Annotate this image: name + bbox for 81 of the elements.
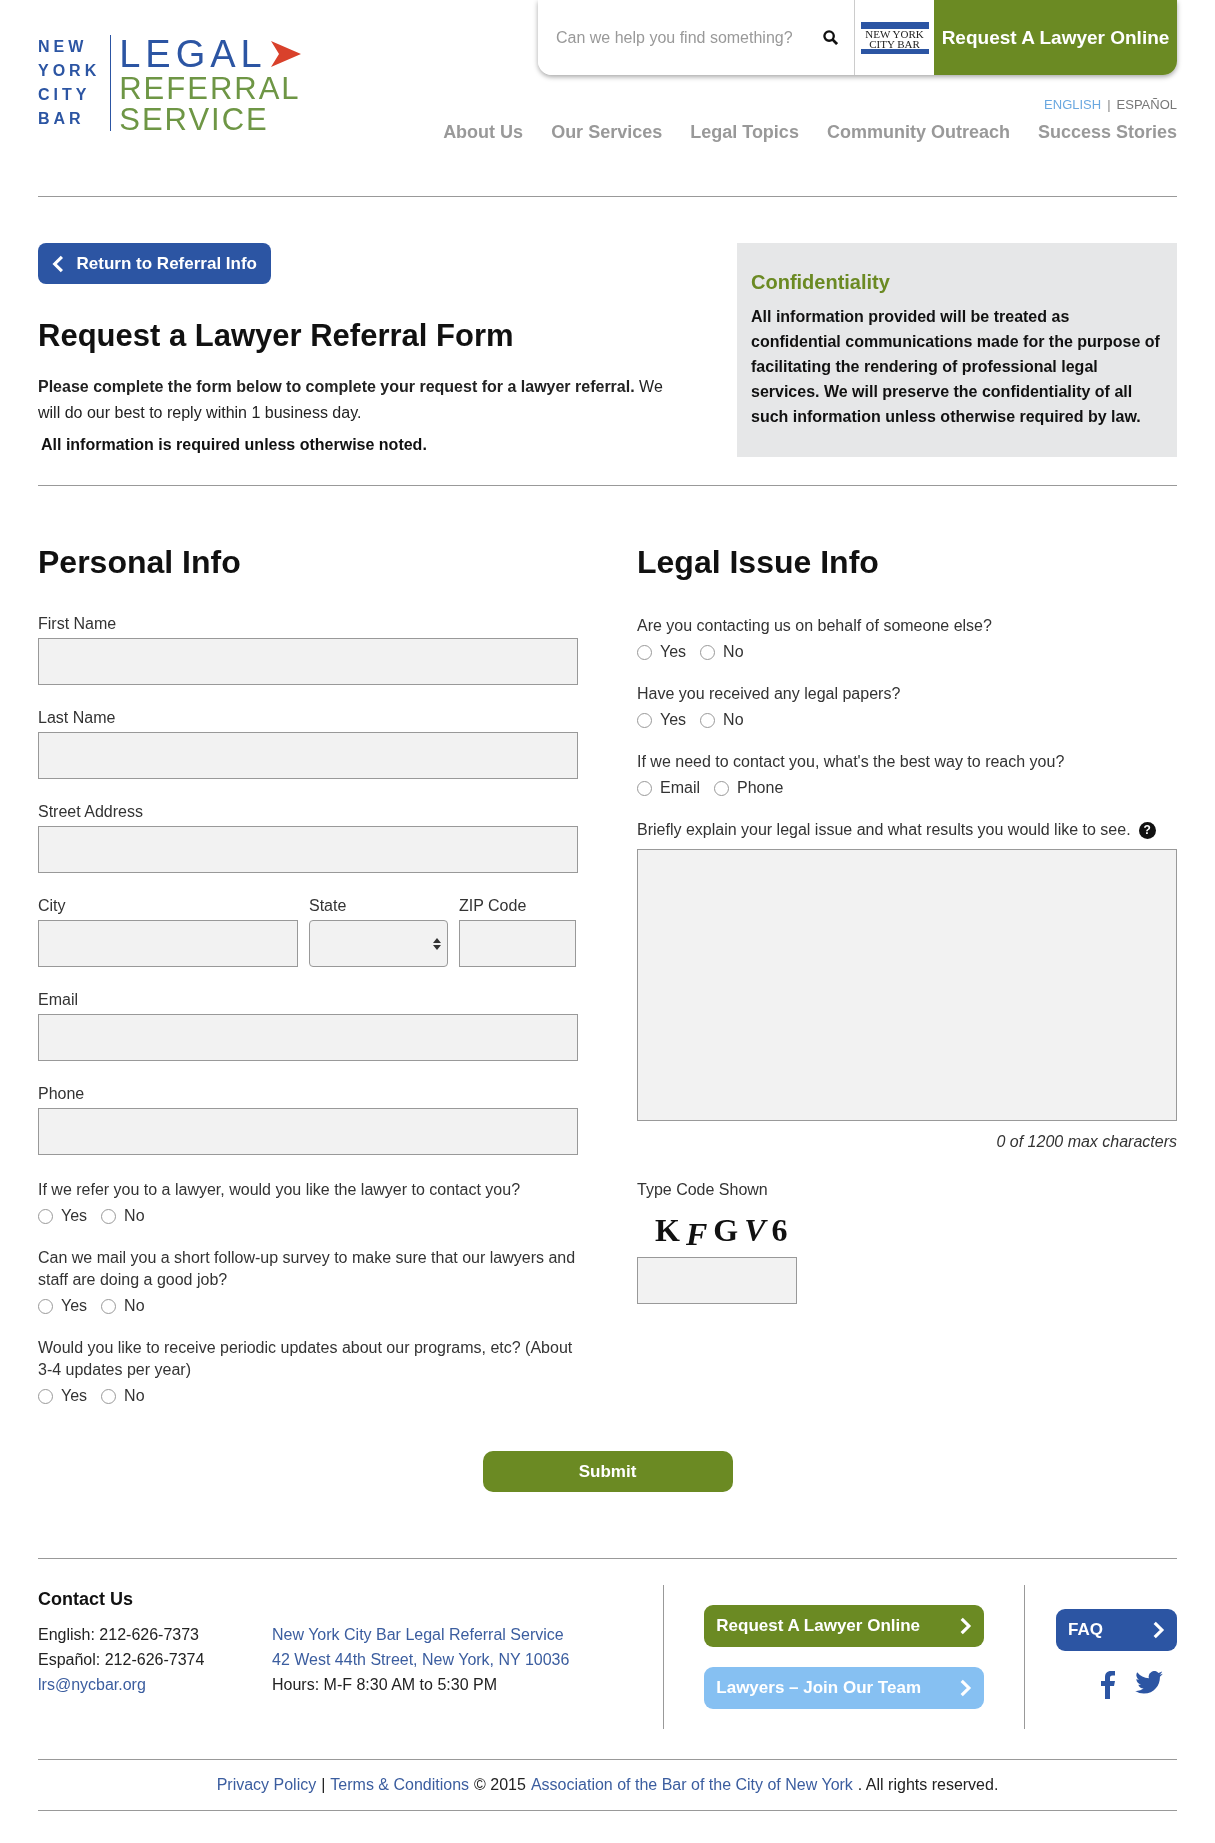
required-note: All information is required unless otherwise noted. xyxy=(41,436,427,454)
select-arrows-icon xyxy=(433,936,441,951)
help-icon[interactable]: ? xyxy=(1138,821,1156,839)
select-field[interactable] xyxy=(309,920,448,967)
radio-option[interactable]: Yes xyxy=(38,1297,88,1315)
question-text: Have you received any legal papers? xyxy=(637,684,902,704)
copyright-text: © 2015 xyxy=(474,1776,526,1794)
panel-title: Confidentiality xyxy=(751,271,891,294)
phone-text: Español: 212-626-7374 xyxy=(38,1650,205,1670)
footer-link[interactable]: Privacy Policy xyxy=(216,1776,317,1794)
field-label: First Name xyxy=(38,615,118,633)
faq-button[interactable]: FAQ xyxy=(1056,1609,1177,1651)
input-field[interactable] xyxy=(38,920,298,967)
radio-option[interactable]: No xyxy=(700,711,744,729)
radio-option[interactable]: No xyxy=(101,1297,145,1315)
footer-link[interactable]: Terms & Conditions xyxy=(330,1776,470,1794)
input-field[interactable] xyxy=(38,826,578,873)
facebook-icon[interactable] xyxy=(1101,1671,1115,1699)
field-label: Type Code Shown xyxy=(637,1181,769,1199)
section-heading: Legal Issue Info xyxy=(637,544,880,581)
address-link[interactable]: New York City Bar Legal Referral Service xyxy=(272,1624,564,1645)
footer-link[interactable]: Association of the Bar of the City of New York xyxy=(530,1776,853,1794)
field-label: Street Address xyxy=(38,803,144,821)
radio-option[interactable]: Yes xyxy=(637,711,687,729)
email-link[interactable]: lrs@nycbar.org xyxy=(38,1674,146,1695)
input-field[interactable] xyxy=(38,1014,578,1061)
section-heading: Personal Info xyxy=(38,544,242,581)
footer-button[interactable]: Request A Lawyer Online xyxy=(704,1605,984,1647)
radio-option[interactable]: Yes xyxy=(637,643,687,661)
question-text: Would you like to receive periodic updates about our programs, etc? (About 3-4 updates per year) xyxy=(38,1338,574,1380)
arrow-icon xyxy=(270,41,301,67)
input-field[interactable] xyxy=(459,920,576,967)
logo-text: CITY xyxy=(38,85,92,105)
page-title: Request a Lawyer Referral Form xyxy=(38,318,514,354)
separator: | xyxy=(1107,97,1111,112)
city-bar-badge[interactable]: NEW YORK CITY BAR xyxy=(854,0,934,75)
question-text: Briefly explain your legal issue and what results you would like to see. xyxy=(637,820,1131,840)
question-text: If we need to contact you, what's the best way to reach you? xyxy=(637,752,1066,772)
captcha-image: K F G V 6 xyxy=(655,1212,789,1249)
field-label: Email xyxy=(38,991,79,1009)
character-counter: 0 of 1200 max characters xyxy=(996,1133,1177,1151)
captcha-input[interactable] xyxy=(637,1257,797,1304)
search-icon xyxy=(823,30,838,45)
question-text: Can we mail you a short follow-up survey to make sure that our lawyers and staff are doing a good job? xyxy=(38,1248,577,1290)
hours-text: Hours: M-F 8:30 AM to 5:30 PM xyxy=(272,1675,497,1695)
input-field[interactable] xyxy=(38,1108,578,1155)
input-field[interactable] xyxy=(38,638,578,685)
field-label: Phone xyxy=(38,1085,86,1103)
radio-option[interactable]: Yes xyxy=(38,1207,88,1225)
copyright-text: | xyxy=(321,1776,326,1794)
field-label: City xyxy=(38,897,67,915)
panel-text: All information provided will be treated as confidential communications made for the purpose of facilitating the rendering of professional legal services. We will preserve the confidentiality of all such information unless otherwise required by law. xyxy=(751,307,1161,427)
logo-text: BAR xyxy=(38,109,86,129)
radio-option[interactable]: Yes xyxy=(38,1387,88,1405)
back-button[interactable]: Return to Referral Info xyxy=(38,243,271,284)
intro-text: Please complete the form below to complete your request for a lawyer referral. We will do our best to reply within 1 business day. xyxy=(38,377,664,423)
question-text: Are you contacting us on behalf of someone else? xyxy=(637,616,993,636)
logo-text: SERVICE xyxy=(119,104,270,135)
submit-button[interactable]: Submit xyxy=(482,1451,733,1492)
request-lawyer-button[interactable]: Request A Lawyer Online xyxy=(934,0,1177,75)
input-field[interactable] xyxy=(38,732,578,779)
field-label: Last Name xyxy=(38,709,117,727)
radio-option[interactable]: No xyxy=(101,1387,145,1405)
footer-heading: Contact Us xyxy=(38,1589,134,1610)
logo-text: NEW xyxy=(38,37,89,57)
field-label: State xyxy=(309,897,348,915)
logo[interactable]: NEW YORK CITY BAR LEGAL REFERRAL SERVICE xyxy=(38,35,301,135)
radio-option[interactable]: No xyxy=(101,1207,145,1225)
twitter-icon[interactable] xyxy=(1135,1671,1163,1694)
radio-option[interactable]: Email xyxy=(637,779,700,797)
phone-text: English: 212-626-7373 xyxy=(38,1625,199,1645)
field-label: ZIP Code xyxy=(459,897,528,915)
logo-text: YORK xyxy=(38,61,101,81)
question-text: If we refer you to a lawyer, would you like the lawyer to contact you? xyxy=(38,1180,522,1200)
radio-option[interactable]: Phone xyxy=(714,779,784,797)
address-link[interactable]: 42 West 44th Street, New York, NY 10036 xyxy=(272,1649,570,1670)
logo-text: REFERRAL xyxy=(119,73,301,104)
logo-text: LEGAL xyxy=(119,35,301,73)
radio-option[interactable]: No xyxy=(700,643,744,661)
language-link[interactable]: ESPAÑOL xyxy=(1116,97,1177,112)
copyright-text: . All rights reserved. xyxy=(857,1776,999,1794)
